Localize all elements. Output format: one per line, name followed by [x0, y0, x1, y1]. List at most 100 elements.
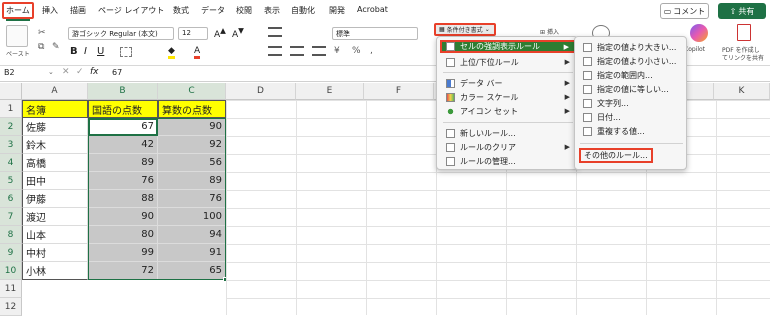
copilot-icon[interactable] [690, 24, 708, 42]
tab-review[interactable]: 校閲 [236, 5, 252, 16]
align-center-icon[interactable] [290, 46, 304, 56]
menu-item-top-bottom[interactable]: 上位/下位ルール ▶ [446, 55, 574, 69]
share-button[interactable]: ⇧ 共有 [718, 3, 766, 19]
row-header[interactable]: 8 [0, 226, 22, 244]
tab-page-layout[interactable]: ページ レイアウト [98, 5, 164, 16]
format-painter-icon[interactable]: ✎ [52, 42, 60, 52]
sansu-cell[interactable]: 76 [158, 190, 226, 208]
menu-item-highlight-rules[interactable]: セルの強調表示ルール ▶ [440, 40, 576, 53]
insert-cells-button[interactable]: ⊞ 挿入 [540, 27, 559, 36]
decrease-font-icon[interactable]: A▼ [232, 26, 244, 40]
row-header[interactable]: 6 [0, 190, 22, 208]
kokugo-cell[interactable]: 80 [88, 226, 158, 244]
pdf-icon[interactable] [737, 24, 751, 41]
kokugo-cell[interactable]: 89 [88, 154, 158, 172]
row-header[interactable]: 5 [0, 172, 22, 190]
row-header[interactable]: 12 [0, 298, 22, 316]
row-header[interactable]: 1 [0, 100, 22, 118]
row-header[interactable]: 3 [0, 136, 22, 154]
sansu-cell[interactable]: 89 [158, 172, 226, 190]
menu-item-color-scale[interactable]: カラー スケール ▶ [446, 90, 574, 104]
kokugo-cell[interactable]: 76 [88, 172, 158, 190]
underline-icon[interactable]: U [97, 46, 104, 57]
sansu-cell[interactable]: 100 [158, 208, 226, 226]
submenu-item-more-rules[interactable]: その他のルール... [579, 148, 653, 163]
kokugo-cell[interactable]: 72 [88, 262, 158, 280]
increase-font-icon[interactable]: A▲ [214, 26, 226, 40]
tab-automate[interactable]: 自動化 [291, 5, 315, 16]
row-header[interactable]: 7 [0, 208, 22, 226]
sansu-cell[interactable]: 65 [158, 262, 226, 280]
kokugo-cell-active[interactable]: 67 [88, 118, 158, 136]
confirm-icon[interactable]: ✓ [76, 67, 84, 77]
copy-icon[interactable]: ⧉ [38, 42, 44, 52]
name-cell[interactable]: 鈴木 [22, 136, 88, 154]
align-top-icon[interactable] [268, 27, 282, 37]
cancel-icon[interactable]: ✕ [62, 67, 70, 77]
sansu-cell[interactable]: 90 [158, 118, 226, 136]
tab-draw[interactable]: 描画 [70, 5, 86, 16]
name-cell[interactable]: 田中 [22, 172, 88, 190]
kokugo-cell[interactable]: 90 [88, 208, 158, 226]
menu-item-data-bar[interactable]: データ バー ▶ [446, 76, 574, 90]
column-header[interactable]: K [714, 83, 770, 100]
tab-view[interactable]: 表示 [264, 5, 280, 16]
name-cell[interactable]: 佐藤 [22, 118, 88, 136]
column-header[interactable]: E [296, 83, 364, 100]
conditional-format-button[interactable]: ▦ 条件付き書式 ⌄ [434, 23, 496, 36]
submenu-item-between[interactable]: 指定の範囲内... [583, 68, 686, 82]
name-cell[interactable]: 中村 [22, 244, 88, 262]
row-header[interactable]: 4 [0, 154, 22, 172]
sansu-cell[interactable]: 91 [158, 244, 226, 262]
submenu-item-greater-than[interactable]: 指定の値より大きい... [583, 40, 686, 54]
tab-developer[interactable]: 開発 [329, 5, 345, 16]
menu-item-new-rule[interactable]: 新しいルール... [446, 126, 574, 140]
submenu-item-date[interactable]: 日付... [583, 110, 686, 124]
column-header[interactable]: D [226, 83, 296, 100]
row-header[interactable]: 9 [0, 244, 22, 262]
paste-icon[interactable] [6, 25, 28, 47]
header-cell-kokugo[interactable]: 国語の点数 [88, 100, 158, 118]
column-header[interactable]: B [88, 83, 158, 100]
kokugo-cell[interactable]: 99 [88, 244, 158, 262]
tab-formulas[interactable]: 数式 [173, 5, 189, 16]
menu-item-icon-set[interactable]: アイコン セット ▶ [446, 104, 574, 118]
column-header[interactable]: F [364, 83, 434, 100]
align-right-icon[interactable] [312, 46, 326, 56]
row-header[interactable]: 2 [0, 118, 22, 136]
align-left-icon[interactable] [268, 46, 282, 56]
name-cell[interactable]: 山本 [22, 226, 88, 244]
comma-icon[interactable]: , [370, 46, 373, 56]
name-cell[interactable]: 渡辺 [22, 208, 88, 226]
column-header[interactable]: C [158, 83, 226, 100]
header-cell-sansu[interactable]: 算数の点数 [158, 100, 226, 118]
submenu-item-text-contains[interactable]: 文字列... [583, 96, 686, 110]
submenu-item-duplicate-values[interactable]: 重複する値... [583, 124, 686, 138]
name-box[interactable]: B2 [4, 68, 46, 80]
percent-icon[interactable]: % [352, 46, 361, 56]
formula-input[interactable]: 67 [112, 68, 122, 77]
sansu-cell[interactable]: 56 [158, 154, 226, 172]
fill-handle[interactable] [223, 277, 228, 282]
submenu-item-equal-to[interactable]: 指定の値に等しい... [583, 82, 686, 96]
tab-insert[interactable]: 挿入 [42, 5, 58, 16]
menu-item-manage-rules[interactable]: ルールの管理... [446, 154, 574, 168]
borders-icon[interactable] [120, 47, 132, 57]
tab-data[interactable]: データ [201, 5, 225, 16]
function-icon[interactable]: fx [90, 67, 99, 77]
font-size-select[interactable]: 12 [178, 27, 208, 40]
name-cell[interactable]: 伊藤 [22, 190, 88, 208]
currency-icon[interactable]: ¥ [334, 46, 340, 56]
font-color-icon[interactable]: A [194, 46, 201, 59]
name-cell[interactable]: 小林 [22, 262, 88, 280]
name-cell[interactable]: 高橋 [22, 154, 88, 172]
row-header[interactable]: 11 [0, 280, 22, 298]
submenu-item-less-than[interactable]: 指定の値より小さい... [583, 54, 686, 68]
tab-acrobat[interactable]: Acrobat [357, 5, 388, 14]
tab-home[interactable]: ホーム [2, 2, 34, 21]
font-name-select[interactable]: 游ゴシック Regular (本文) [68, 27, 174, 40]
sansu-cell[interactable]: 92 [158, 136, 226, 154]
sansu-cell[interactable]: 94 [158, 226, 226, 244]
cut-icon[interactable]: ✂ [38, 28, 46, 38]
chevron-icon[interactable]: ⌄ [48, 68, 54, 76]
